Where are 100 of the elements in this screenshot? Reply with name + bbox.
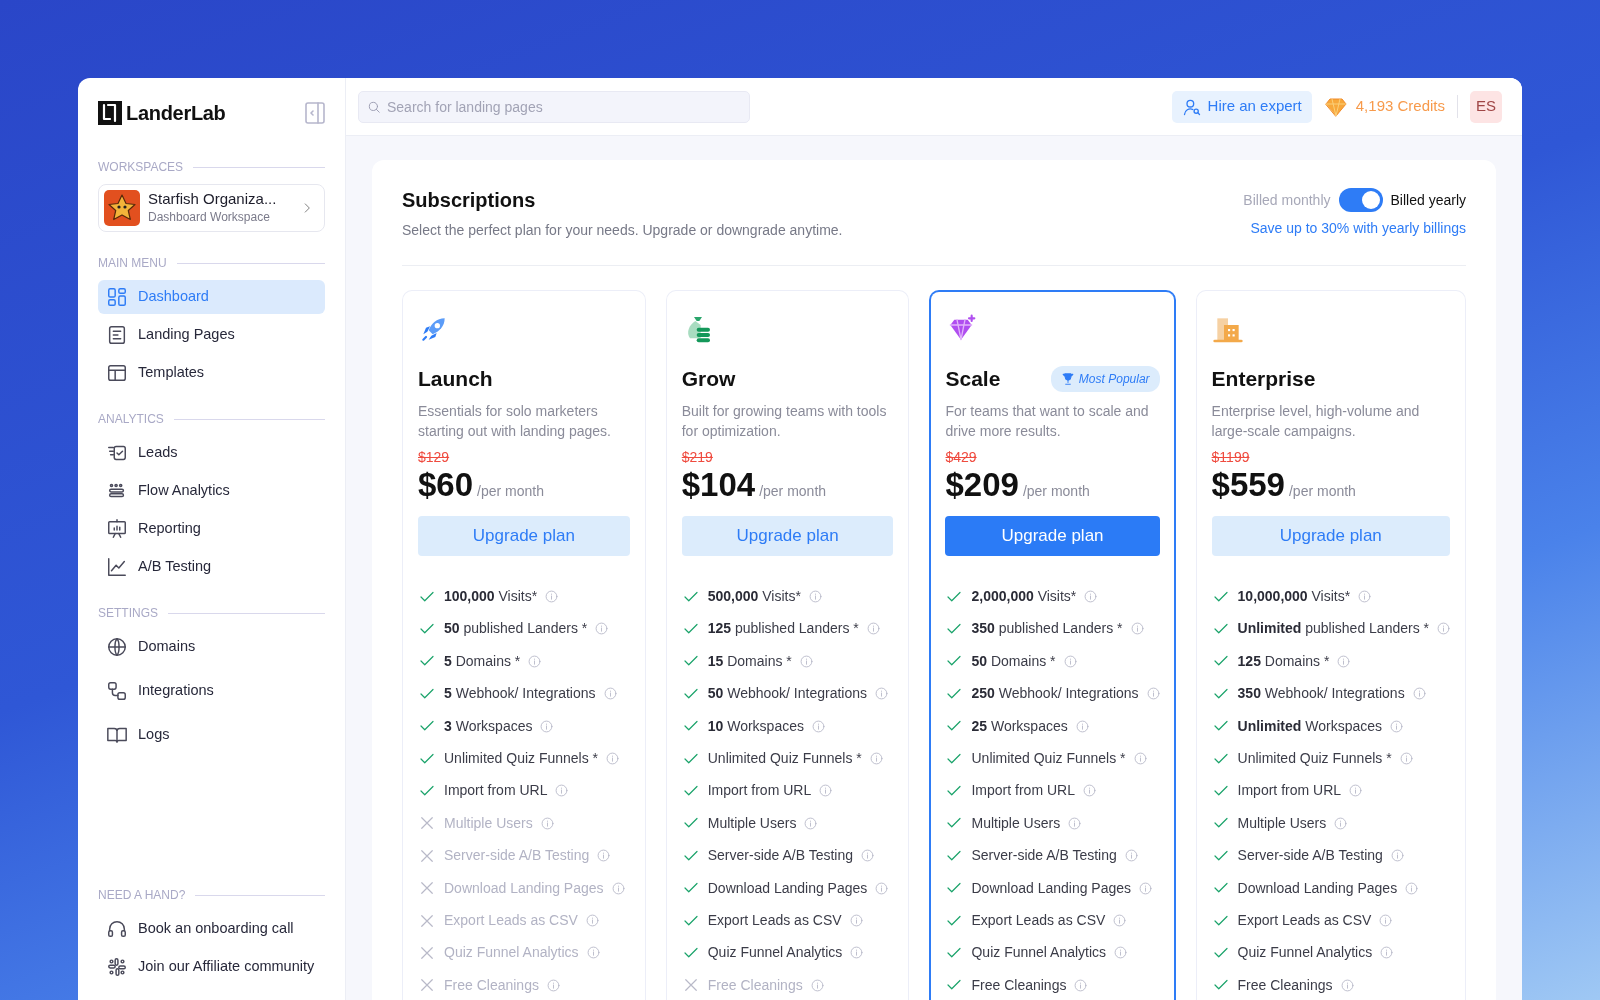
info-icon — [1063, 654, 1077, 668]
plan-description: Essentials for solo marketers starting out with landing pages. — [418, 401, 612, 441]
brand-name: LanderLab — [126, 101, 226, 126]
info-icon — [1390, 719, 1403, 733]
feature-text: Server-side A/B Testing — [707, 846, 853, 866]
old-price: $129 — [418, 448, 451, 468]
feature-text: Unlimited Quiz Funnels * — [1237, 749, 1392, 769]
info-icon — [611, 881, 625, 895]
feature-text: Export Leads as CSV — [971, 911, 1106, 930]
feature-text: Import from URL — [444, 781, 548, 801]
feature-text: Unlimited Quiz Funnels * — [971, 749, 1126, 769]
sidebar-item[interactable]: Flow Analytics — [98, 474, 325, 508]
feature-text: 10,000,000 Visits* — [1237, 587, 1351, 607]
feature-text: Download Landing Pages — [707, 878, 868, 898]
hire-expert-button[interactable]: Hire an expert — [1171, 90, 1312, 123]
sidebar-item[interactable]: Templates — [98, 356, 325, 390]
info-icon — [1379, 914, 1393, 927]
price-period: /per month — [759, 482, 827, 502]
price-period: /per month — [1022, 482, 1090, 502]
plan-price: $209 — [945, 468, 1019, 502]
line-chart-icon — [106, 556, 128, 578]
feature-text: 250 Webhook/ Integrations — [971, 684, 1139, 704]
feature-text: Multiple Users — [707, 813, 797, 833]
plan-name: Grow — [681, 366, 736, 392]
info-icon — [808, 590, 822, 604]
connected-squares-icon — [106, 680, 128, 702]
feature-text: 50 Domains * — [971, 651, 1056, 671]
info-icon — [1437, 622, 1450, 636]
feature-text: 10 Workspaces — [707, 716, 804, 736]
feature-text: 350 published Landers * — [971, 619, 1123, 639]
feature-text: 500,000 Visits* — [707, 587, 801, 607]
feature-text: Quiz Funnel Analytics — [1237, 943, 1373, 963]
feature-text: Import from URL — [707, 781, 812, 801]
section-heading: WORKSPACES — [98, 158, 325, 176]
feature-text: Quiz Funnel Analytics — [707, 943, 843, 963]
workspace-selector[interactable]: Starfish Organiza... Dashboard Workspace — [98, 184, 325, 232]
feature-text: 50 Webhook/ Integrations — [707, 684, 868, 704]
info-icon — [875, 881, 889, 895]
info-icon — [1133, 752, 1147, 766]
plan-description: For teams that want to scale and drive more results. — [945, 401, 1150, 441]
help-link[interactable]: Book an onboarding call — [98, 912, 325, 946]
sidebar-item[interactable]: Integrations — [98, 674, 325, 708]
feature-text: 350 Webhook/ Integrations — [1237, 684, 1405, 704]
feature-text: Unlimited Quiz Funnels * — [444, 749, 599, 769]
sidebar-item[interactable]: Logs — [98, 718, 325, 752]
info-icon — [595, 622, 609, 636]
feature-text: Multiple Users — [444, 813, 533, 833]
info-icon — [1334, 816, 1348, 830]
section-heading: NEED A HAND? — [98, 886, 325, 904]
info-icon — [585, 914, 599, 927]
upgrade-button[interactable]: Upgrade plan — [945, 516, 1160, 557]
feature-text: Download Landing Pages — [1237, 878, 1398, 898]
feature-text: 100,000 Visits* — [444, 587, 538, 607]
info-icon — [1139, 881, 1153, 895]
info-icon — [528, 654, 542, 668]
info-icon — [603, 687, 617, 701]
savings-link[interactable]: Save up to 30% with yearly billings — [1250, 218, 1466, 239]
info-icon — [1084, 590, 1098, 604]
plan-description: Built for growing teams with tools for optimization. — [681, 401, 888, 441]
billing-toggle[interactable] — [1338, 188, 1383, 212]
workspace-subtitle: Dashboard Workspace — [148, 209, 271, 226]
info-icon — [586, 946, 600, 960]
info-icon — [1130, 622, 1144, 636]
help-link[interactable]: Join our Affiliate community — [98, 950, 325, 984]
price-period: /per month — [477, 482, 544, 502]
info-icon — [1082, 784, 1096, 798]
feature-text: Download Landing Pages — [444, 878, 604, 898]
info-icon — [545, 590, 559, 604]
sidebar-item[interactable]: Domains — [98, 630, 325, 664]
credits-count: 4,193 Credits — [1355, 96, 1445, 117]
info-icon — [1114, 946, 1128, 960]
sidebar-item[interactable]: A/B Testing — [98, 550, 325, 584]
info-icon — [546, 978, 560, 992]
search-field[interactable]: Search for landing pages — [358, 90, 750, 123]
feature-text: Download Landing Pages — [971, 878, 1132, 898]
sidebar-item[interactable]: Leads — [98, 436, 325, 470]
community-icon — [106, 956, 128, 978]
feature-text: Unlimited Workspaces — [1237, 716, 1382, 736]
globe-icon — [106, 636, 128, 658]
feature-text: Unlimited published Landers * — [1237, 619, 1429, 639]
info-icon — [540, 719, 554, 733]
user-avatar[interactable]: ES — [1470, 90, 1502, 123]
sidebar-item[interactable]: Reporting — [98, 512, 325, 546]
feature-text: Multiple Users — [1237, 813, 1327, 833]
info-icon — [1075, 719, 1089, 733]
info-icon — [869, 752, 883, 766]
feature-text: 3 Workspaces — [444, 716, 533, 736]
trophy-icon — [1060, 371, 1075, 386]
billing-label: Billed yearly — [1390, 190, 1466, 210]
sidebar-item[interactable]: Landing Pages — [98, 318, 325, 352]
feature-text: Server-side A/B Testing — [444, 846, 590, 866]
page-title: Subscriptions — [402, 188, 537, 212]
info-icon — [540, 816, 554, 830]
feature-text: 2,000,000 Visits* — [971, 587, 1077, 607]
feature-text: Quiz Funnel Analytics — [971, 943, 1107, 963]
info-icon — [1337, 654, 1351, 668]
billing-label: Billed monthly — [1243, 190, 1331, 210]
info-icon — [861, 849, 874, 863]
plan-price: $559 — [1211, 468, 1285, 502]
plan-name: Launch — [418, 366, 493, 392]
